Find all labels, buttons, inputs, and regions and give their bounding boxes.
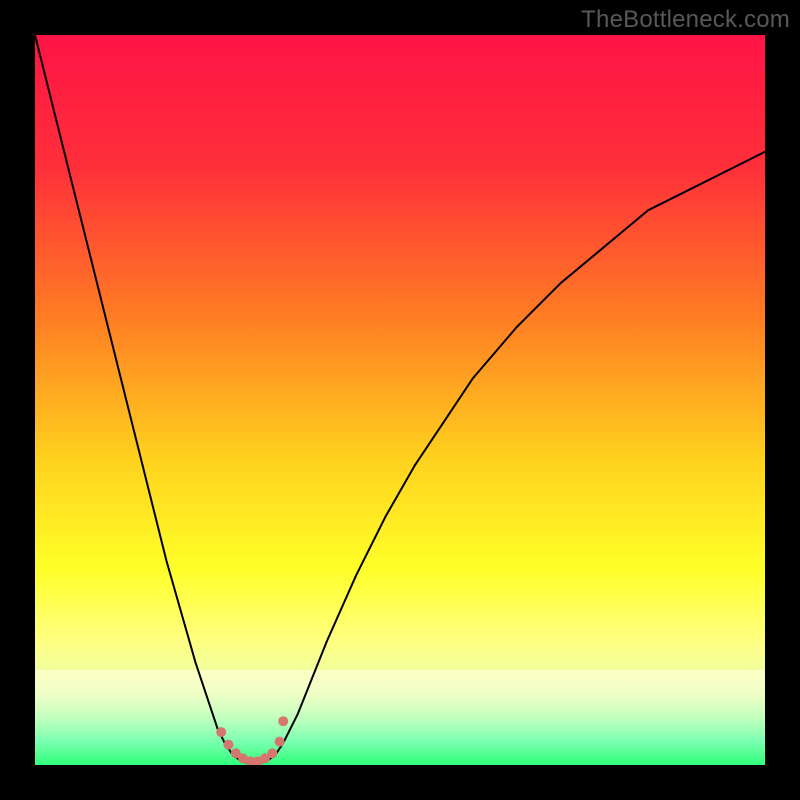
chart-plot (35, 35, 765, 765)
marker-9 (278, 716, 288, 726)
marker-7 (267, 748, 277, 758)
marker-1 (224, 740, 234, 750)
chart-bottom-band (35, 670, 765, 765)
chart-root: TheBottleneck.com (0, 0, 800, 800)
chart-background (35, 35, 765, 765)
marker-0 (216, 727, 226, 737)
watermark-text: TheBottleneck.com (581, 6, 790, 34)
marker-8 (275, 737, 285, 747)
